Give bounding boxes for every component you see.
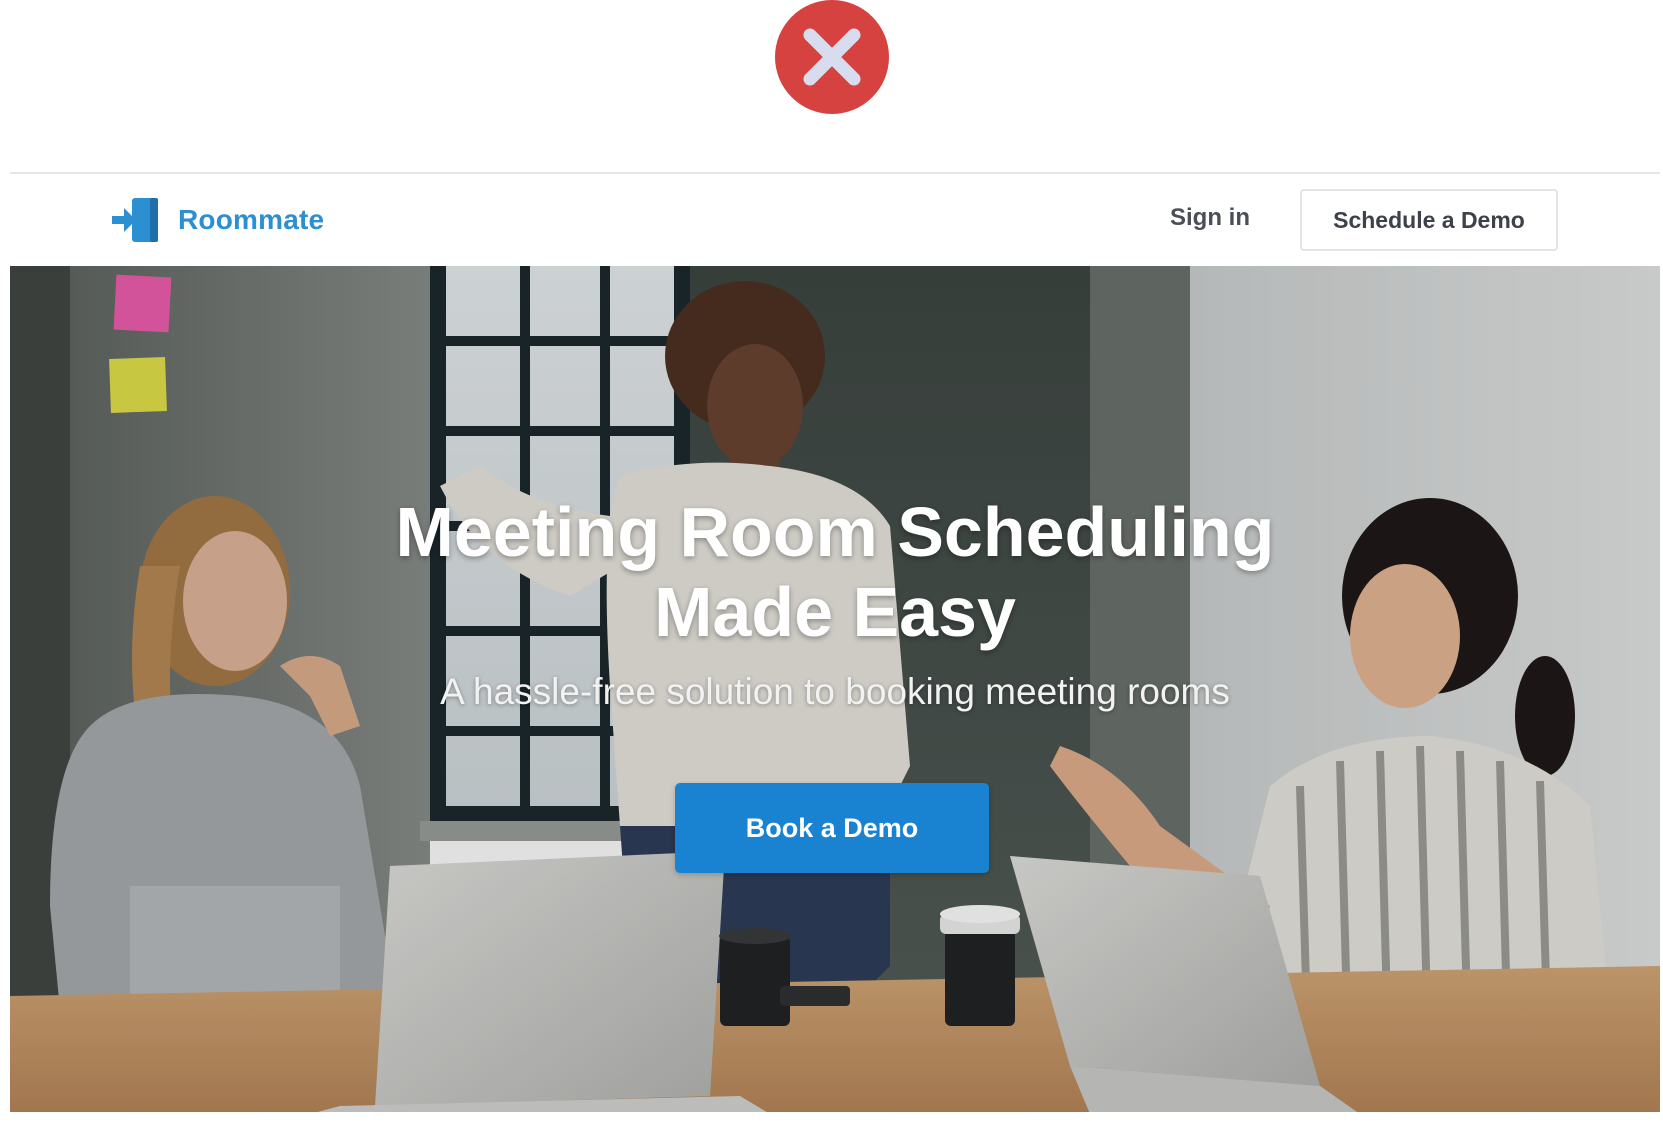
navbar: Roommate Sign in Schedule a Demo (10, 174, 1660, 266)
hero-title: Meeting Room Scheduling Made Easy (260, 492, 1410, 652)
brand-name: Roommate (178, 204, 325, 235)
sign-in-link[interactable]: Sign in (1170, 204, 1250, 232)
website-preview: Roommate Sign in Schedule a Demo Meeting… (10, 172, 1660, 1112)
hero-title-line-1: Meeting Room Scheduling (395, 493, 1275, 571)
brand-logo[interactable]: Roommate (110, 196, 324, 244)
modal-top-area (0, 0, 1663, 170)
close-button[interactable] (775, 0, 889, 114)
hero-title-line-2: Made Easy (654, 573, 1016, 651)
hero-section: Meeting Room Scheduling Made Easy A hass… (10, 266, 1660, 1112)
schedule-demo-button[interactable]: Schedule a Demo (1300, 189, 1558, 251)
hero-subtitle: A hassle-free solution to booking meetin… (440, 671, 1230, 712)
book-demo-button[interactable]: Book a Demo (675, 783, 989, 873)
close-icon (803, 28, 861, 86)
door-enter-icon (112, 198, 158, 242)
